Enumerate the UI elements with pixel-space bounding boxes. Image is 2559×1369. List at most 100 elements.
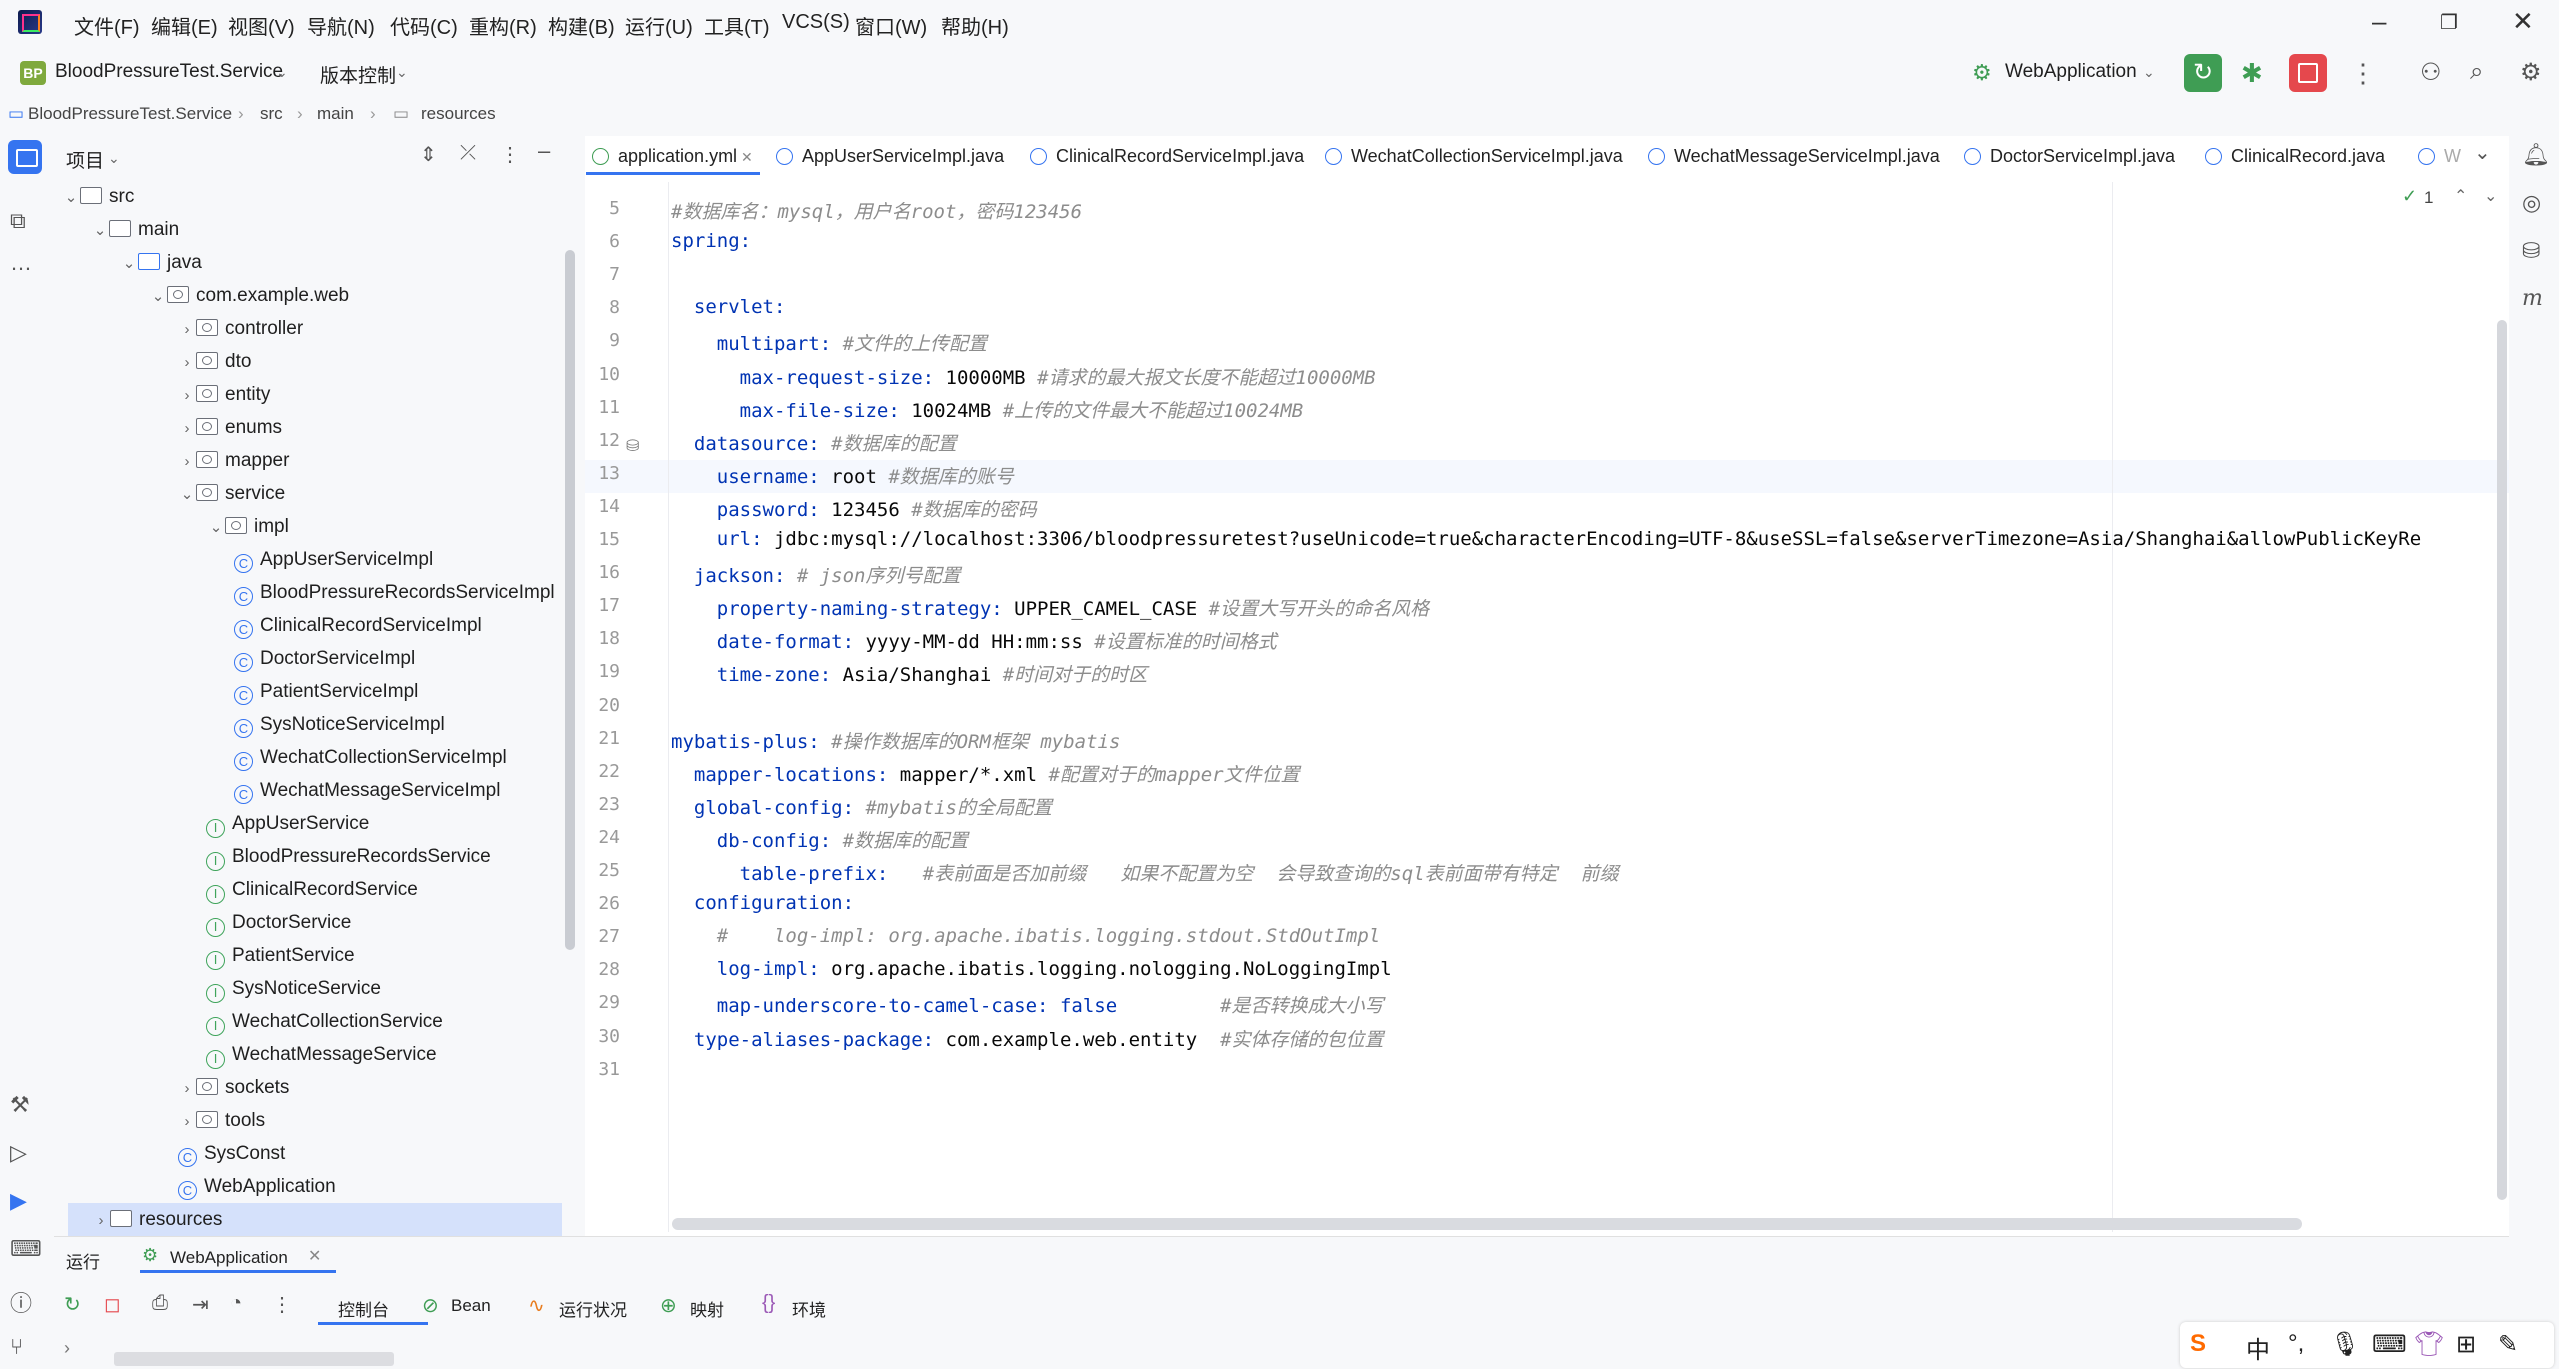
tab-bean[interactable]: Bean — [451, 1296, 491, 1316]
tree-item-sysnoticeservice[interactable]: I SysNoticeService — [206, 972, 381, 1005]
menu-file[interactable]: 文件(F) — [74, 11, 140, 40]
editor-tab[interactable]: application.yml ✕ — [592, 146, 753, 167]
toolbox-icon[interactable]: ⊞ — [2456, 1330, 2476, 1359]
breadcrumb-item[interactable]: resources — [421, 104, 496, 124]
tree-item-bloodpressurerecordsservice[interactable]: I BloodPressureRecordsService — [206, 840, 491, 873]
tree-item-resources[interactable]: › resources — [92, 1203, 223, 1237]
code-line[interactable]: map-underscore-to-camel-case: false #是否转… — [671, 991, 1384, 1018]
menu-tools[interactable]: 工具(T) — [704, 11, 770, 40]
tree-item-java[interactable]: ⌄ java — [120, 246, 202, 279]
chevron-down-icon[interactable]: ⌄ — [62, 181, 80, 214]
menu-build[interactable]: 构建(B) — [548, 11, 615, 40]
menu-window[interactable]: 窗口(W) — [855, 11, 927, 40]
close-window-icon[interactable]: ✕ — [2512, 6, 2534, 37]
tab-console[interactable]: 控制台 — [338, 1296, 389, 1321]
project-selector[interactable]: BloodPressureTest.Service — [55, 61, 283, 83]
problems-icon[interactable]: ⓘ — [10, 1286, 32, 1318]
code-line[interactable]: configuration: — [671, 892, 854, 914]
chevron-right-icon[interactable]: › — [178, 412, 196, 445]
punctuation-icon[interactable]: °, — [2288, 1330, 2304, 1358]
run-panel-title[interactable]: 运行 — [66, 1248, 100, 1273]
editor-tab[interactable]: WechatCollectionServiceImpl.java — [1325, 146, 1623, 167]
maven-icon[interactable]: m — [2522, 286, 2543, 311]
inspection-ok-icon[interactable]: ✓ — [2402, 186, 2417, 207]
stop-icon[interactable]: ◻ — [104, 1292, 121, 1317]
chevron-down-icon[interactable]: ⌄ — [207, 511, 225, 544]
breadcrumb-item[interactable]: BloodPressureTest.Service — [28, 104, 232, 124]
services-icon[interactable]: ▷ — [10, 1140, 27, 1166]
code-line[interactable]: servlet: — [671, 296, 786, 318]
microphone-icon[interactable]: 🎙︎ — [2330, 1330, 2360, 1359]
project-scrollbar[interactable] — [565, 250, 575, 950]
code-line[interactable]: datasource: #数据库的配置 — [671, 429, 957, 456]
tree-item-patientservice[interactable]: I PatientService — [206, 939, 355, 972]
skin-icon[interactable]: 👕︎ — [2414, 1330, 2444, 1359]
code-line[interactable]: url: jdbc:mysql://localhost:3306/bloodpr… — [671, 528, 2421, 550]
menu-view[interactable]: 视图(V) — [228, 11, 295, 40]
tab-health[interactable]: 运行状况 — [559, 1296, 627, 1321]
code-line[interactable]: #数据库名：mysql，用户名root，密码123456 — [671, 197, 1082, 224]
notifications-icon[interactable]: 🔔︎ — [2522, 142, 2550, 168]
tab-environment[interactable]: 环境 — [792, 1296, 826, 1321]
profiler-icon[interactable]: ◔ — [230, 1292, 242, 1315]
rerun-icon[interactable]: ↻ — [64, 1292, 81, 1317]
code-line[interactable]: table-prefix: #表前面是否加前缀 如果不配置为空 会导致查询的sq… — [671, 859, 1619, 886]
editor-tab[interactable]: ClinicalRecord.java — [2205, 146, 2385, 167]
chevron-down-icon[interactable]: ⌄ — [149, 280, 167, 313]
menu-vcs[interactable]: VCS(S) — [782, 11, 850, 34]
project-badge[interactable]: BP — [20, 61, 46, 85]
run-config-selector[interactable]: WebApplication — [2005, 61, 2137, 83]
tree-item-sysnoticeserviceimpl[interactable]: C SysNoticeServiceImpl — [234, 708, 445, 741]
chevron-down-icon[interactable]: ⌄ — [91, 214, 109, 247]
more-icon[interactable]: ⋮ — [272, 1292, 292, 1317]
tree-item-sysconst[interactable]: C SysConst — [178, 1137, 285, 1170]
editor-tab[interactable]: AppUserServiceImpl.java — [776, 146, 1004, 167]
menu-help[interactable]: 帮助(H) — [941, 11, 1009, 40]
chevron-right-icon[interactable]: › — [178, 1105, 196, 1138]
menu-navigate[interactable]: 导航(N) — [307, 11, 375, 40]
tree-item-tools[interactable]: › tools — [178, 1104, 266, 1138]
project-panel-title[interactable]: 项目 — [66, 146, 104, 173]
chevron-down-icon[interactable]: ⌄ — [178, 478, 196, 511]
run-tool-icon[interactable]: ▶ — [10, 1188, 27, 1214]
code-line[interactable]: db-config: #数据库的配置 — [671, 826, 968, 853]
tree-item-wechatmessageservice[interactable]: I WechatMessageService — [206, 1038, 437, 1071]
add-user-icon[interactable]: ⚇ — [2420, 58, 2442, 87]
tree-item-patientserviceimpl[interactable]: C PatientServiceImpl — [234, 675, 418, 708]
chevron-down-icon[interactable]: ⌄ — [120, 247, 138, 280]
menu-refactor[interactable]: 重构(R) — [469, 11, 537, 40]
code-line[interactable]: time-zone: Asia/Shanghai #时间对于的时区 — [671, 660, 1147, 687]
editor-tab[interactable]: W — [2418, 146, 2461, 167]
tree-item-wechatcollectionservice[interactable]: I WechatCollectionService — [206, 1005, 443, 1038]
chevron-right-icon[interactable]: › — [178, 313, 196, 346]
horizontal-scrollbar[interactable] — [672, 1218, 2302, 1230]
expand-all-icon[interactable]: ⇕ — [420, 142, 437, 167]
tree-item-enums[interactable]: › enums — [178, 411, 283, 445]
chevron-right-icon[interactable]: › — [178, 445, 196, 478]
editor-tab[interactable]: WechatMessageServiceImpl.java — [1648, 146, 1940, 167]
tree-item-webapplication[interactable]: C WebApplication — [178, 1170, 336, 1203]
chevron-down-icon[interactable]: ⌄ — [276, 64, 288, 81]
code-line[interactable]: max-request-size: 10000MB #请求的最大报文长度不能超过… — [671, 363, 1376, 390]
keyboard-icon[interactable]: ⌨ — [2372, 1330, 2407, 1359]
tree-item-wechatcollectionserviceimpl[interactable]: C WechatCollectionServiceImpl — [234, 741, 507, 774]
close-tab-icon[interactable]: ✕ — [737, 149, 753, 165]
build-icon[interactable]: ⚒ — [10, 1092, 30, 1118]
project-tool-icon[interactable] — [8, 140, 42, 174]
code-line[interactable]: password: 123456 #数据库的密码 — [671, 495, 1037, 522]
settings-gear-icon[interactable]: ⚙ — [2520, 58, 2542, 87]
exit-icon[interactable]: ⇥ — [192, 1292, 209, 1317]
ime-chinese-mode[interactable]: 中 — [2246, 1330, 2270, 1365]
inspection-count[interactable]: 1 — [2424, 188, 2433, 208]
code-line[interactable]: multipart: #文件的上传配置 — [671, 329, 987, 356]
git-icon[interactable]: ⑂ — [10, 1334, 23, 1360]
chevron-right-icon[interactable]: › — [92, 1204, 110, 1237]
tabs-dropdown-icon[interactable]: ⌄ — [2474, 140, 2491, 165]
tree-item-src[interactable]: ⌄ src — [62, 180, 135, 214]
tree-item-bloodpressurerecordsserviceimpl[interactable]: C BloodPressureRecordsServiceImpl — [234, 576, 555, 609]
restore-icon[interactable]: ❐ — [2440, 10, 2458, 35]
tree-item-service[interactable]: ⌄ service — [178, 477, 285, 510]
sogou-logo-icon[interactable]: S — [2190, 1330, 2206, 1358]
chevron-down-icon[interactable]: ⌄ — [108, 150, 120, 167]
console-scrollbar[interactable] — [114, 1352, 394, 1366]
